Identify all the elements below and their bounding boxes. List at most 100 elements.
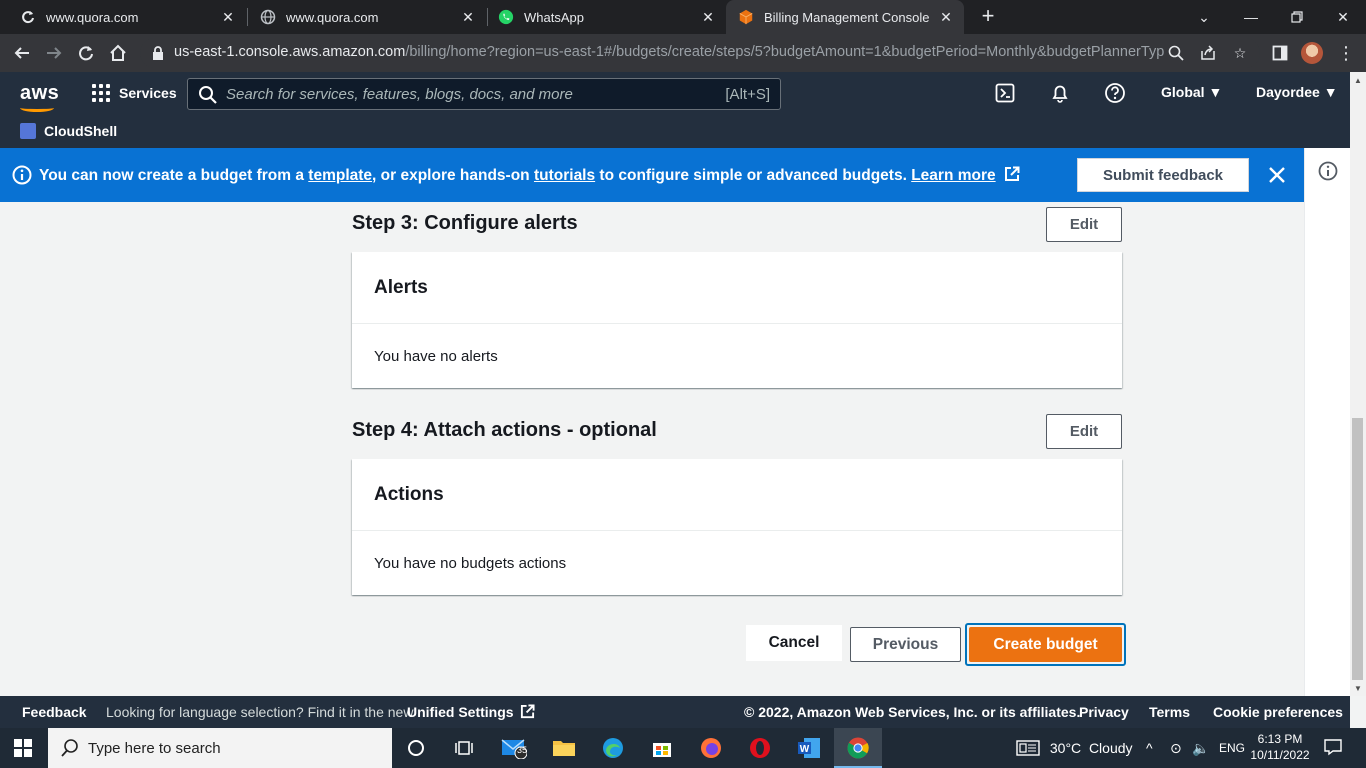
search-shortcut: [Alt+S] — [725, 86, 770, 103]
tab-title: www.quora.com — [286, 9, 379, 25]
create-budget-label: Create budget — [969, 627, 1122, 662]
device-icon[interactable]: ⊙ — [1170, 740, 1182, 757]
aws-logo-text: aws — [20, 82, 60, 104]
share-icon[interactable] — [1198, 43, 1218, 63]
cloudshell-label: CloudShell — [44, 123, 118, 139]
reload-icon[interactable] — [74, 41, 98, 65]
home-icon[interactable] — [106, 41, 130, 65]
unified-settings-label: Unified Settings — [407, 704, 514, 720]
cortana-icon[interactable] — [402, 734, 430, 762]
services-menu-button[interactable]: Services — [92, 82, 177, 104]
tab-search-chevron-icon[interactable]: ⌄ — [1181, 0, 1227, 34]
privacy-link[interactable]: Privacy — [1079, 704, 1129, 720]
tab-close-icon[interactable]: ✕ — [460, 9, 476, 25]
profile-avatar[interactable] — [1300, 41, 1324, 65]
mail-icon[interactable]: 35 — [500, 734, 528, 762]
window-close-icon[interactable]: ✕ — [1320, 0, 1366, 34]
footer-feedback-link[interactable]: Feedback — [22, 704, 87, 720]
search-icon — [199, 86, 217, 104]
cloudshell-shortcut[interactable]: CloudShell — [20, 123, 117, 139]
learn-more-link[interactable]: Learn more — [911, 167, 995, 184]
info-panel-icon[interactable] — [1318, 161, 1338, 181]
info-icon — [12, 165, 32, 185]
firefox-icon[interactable] — [697, 734, 725, 762]
help-icon[interactable] — [1104, 82, 1126, 104]
tab-close-icon[interactable]: ✕ — [700, 9, 716, 25]
scroll-up-icon[interactable]: ▲ — [1353, 76, 1363, 86]
banner-message: You can now create a budget from a templ… — [39, 166, 1020, 185]
browser-tab-quora-1[interactable]: www.quora.com ✕ — [8, 0, 246, 34]
region-selector[interactable]: Global ▼ — [1161, 84, 1222, 100]
tab-title: www.quora.com — [46, 9, 139, 25]
edge-icon[interactable] — [599, 734, 627, 762]
new-tab-icon[interactable]: + — [976, 5, 1000, 29]
page-scrollbar[interactable]: ▲ ▼ — [1350, 72, 1366, 696]
back-icon[interactable] — [10, 41, 34, 65]
browser-tab-quora-2[interactable]: www.quora.com ✕ — [248, 0, 486, 34]
task-view-icon[interactable] — [450, 734, 478, 762]
bookmark-star-icon[interactable]: ☆ — [1230, 43, 1250, 63]
aws-search-input[interactable]: Search for services, features, blogs, do… — [187, 78, 781, 110]
language-indicator[interactable]: ENG — [1219, 741, 1245, 755]
template-link[interactable]: template — [308, 167, 372, 184]
language-notice: Looking for language selection? Find it … — [106, 704, 414, 720]
external-link-icon[interactable] — [1004, 166, 1020, 182]
mail-badge: 35 — [517, 745, 528, 755]
submit-feedback-button[interactable]: Submit feedback — [1077, 158, 1249, 192]
weather-widget[interactable]: 30°C Cloudy — [1016, 740, 1133, 756]
lock-icon[interactable] — [148, 43, 168, 63]
unified-settings-link[interactable]: Unified Settings — [407, 704, 535, 720]
browser-tab-whatsapp[interactable]: WhatsApp ✕ — [486, 0, 726, 34]
minimize-icon[interactable]: — — [1228, 0, 1274, 34]
cancel-button[interactable]: Cancel — [746, 625, 842, 661]
tools-panel-rail — [1304, 148, 1350, 696]
clock-date: 10/11/2022 — [1250, 748, 1310, 762]
tab-close-icon[interactable]: ✕ — [938, 9, 954, 25]
windows-start-icon[interactable] — [14, 739, 32, 757]
svg-text:W: W — [800, 744, 810, 755]
side-panel-icon[interactable] — [1268, 41, 1292, 65]
cloudshell-terminal-icon[interactable] — [994, 82, 1016, 104]
taskbar-search-box[interactable]: Type here to search — [48, 728, 392, 768]
show-hidden-icons[interactable]: ^ — [1146, 740, 1153, 756]
volume-icon[interactable]: 🔈 — [1192, 740, 1209, 757]
chrome-icon[interactable] — [844, 734, 872, 762]
notification-center-icon[interactable] — [1324, 738, 1342, 759]
dismiss-close-icon[interactable] — [1266, 164, 1288, 186]
url-text[interactable]: us-east-1.console.aws.amazon.com/billing… — [174, 44, 1164, 60]
actions-panel-title: Actions — [352, 459, 1122, 531]
tab-close-icon[interactable]: ✕ — [220, 9, 236, 25]
create-budget-button[interactable]: Create budget — [965, 623, 1126, 666]
address-bar[interactable]: us-east-1.console.aws.amazon.com/billing… — [140, 38, 1260, 68]
forward-icon[interactable] — [42, 41, 66, 65]
search-placeholder: Search for services, features, blogs, do… — [226, 86, 573, 103]
step3-heading: Step 3: Configure alerts — [352, 212, 578, 234]
cookie-preferences-link[interactable]: Cookie preferences — [1213, 704, 1343, 720]
aws-logo[interactable]: aws — [20, 82, 60, 112]
browser-tab-bar: www.quora.com ✕ www.quora.com ✕ WhatsApp… — [0, 0, 1366, 34]
scrollbar-thumb[interactable] — [1352, 418, 1363, 680]
main-content: Step 3: Configure alerts Edit Alerts You… — [0, 202, 1304, 696]
edit-step3-button[interactable]: Edit — [1046, 207, 1122, 242]
more-vert-icon[interactable]: ⋮ — [1334, 41, 1358, 65]
restore-icon[interactable] — [1274, 0, 1320, 34]
banner-text: You can now create a budget from a — [39, 167, 309, 184]
apps-grid-icon — [92, 84, 110, 102]
previous-button[interactable]: Previous — [850, 627, 961, 662]
notifications-bell-icon[interactable] — [1049, 82, 1071, 104]
browser-tab-billing[interactable]: Billing Management Console ✕ — [726, 0, 964, 34]
edit-step4-button[interactable]: Edit — [1046, 414, 1122, 449]
system-clock[interactable]: 6:13 PM 10/11/2022 — [1244, 731, 1316, 763]
terms-link[interactable]: Terms — [1149, 704, 1190, 720]
zoom-icon[interactable] — [1166, 43, 1186, 63]
account-menu[interactable]: Dayordee ▼ — [1256, 84, 1338, 100]
tutorials-link[interactable]: tutorials — [534, 167, 595, 184]
opera-icon[interactable] — [746, 734, 774, 762]
windows-taskbar: Type here to search 35 W 30°C Cloudy ^ ⊙… — [0, 728, 1366, 768]
file-explorer-icon[interactable] — [550, 734, 578, 762]
copyright-text: © 2022, Amazon Web Services, Inc. or its… — [744, 704, 1081, 720]
actions-panel-body: You have no budgets actions — [374, 554, 567, 572]
scroll-down-icon[interactable]: ▼ — [1353, 684, 1363, 694]
microsoft-store-icon[interactable] — [648, 734, 676, 762]
word-icon[interactable]: W — [795, 734, 823, 762]
